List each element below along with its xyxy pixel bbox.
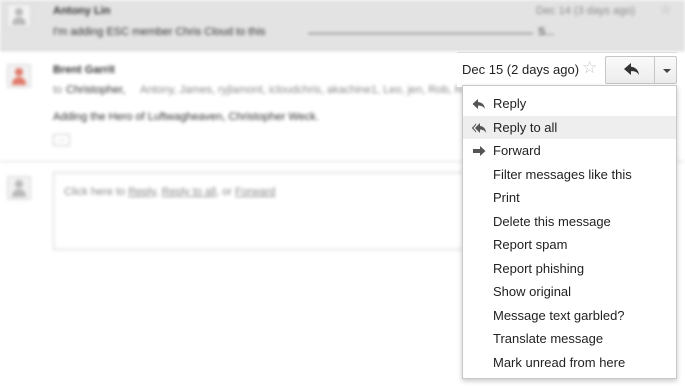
menu-item-report-spam[interactable]: Report spam — [463, 233, 676, 257]
menu-item-label: Print — [493, 190, 520, 205]
menu-item-filter-messages[interactable]: Filter messages like this — [463, 163, 676, 187]
menu-item-label: Report phishing — [493, 260, 585, 276]
show-trimmed-button[interactable]: ··· — [53, 134, 70, 146]
snippet-underline — [308, 22, 533, 34]
menu-item-reply-all[interactable]: Reply to all — [463, 115, 676, 139]
forward-icon — [473, 146, 486, 156]
avatar — [7, 64, 31, 88]
message-snippet: I'm adding ESC member Chris Cloud to thi… — [53, 26, 266, 38]
menu-item-label: Show original — [493, 284, 572, 299]
sender-name: Brent Garrit — [53, 64, 115, 76]
reply-button[interactable] — [605, 56, 654, 84]
menu-item-label: Filter messages like this — [493, 166, 632, 182]
avatar — [7, 176, 31, 200]
menu-item-report-phishing[interactable]: Report phishing — [463, 257, 676, 281]
message-body: Adding the Hero of Luftwagheaven, Christ… — [53, 111, 319, 123]
menu-item-translate-message[interactable]: Translate message — [463, 327, 676, 351]
menu-item-label: Reply to all — [493, 119, 558, 135]
recipient-first: Christopher, — [66, 84, 126, 96]
star-icon[interactable]: ☆ — [660, 2, 672, 18]
recipients-list[interactable]: Antony, James, ryjlamont, icloudchris, a… — [140, 84, 478, 96]
reply-icon — [472, 99, 485, 109]
sender-name: Antony Lin — [53, 5, 111, 17]
forward-link[interactable]: Forward — [235, 186, 275, 198]
menu-item-label: Reply — [493, 96, 527, 111]
reply-box-prefix: Click here to — [64, 186, 126, 198]
menu-item-label: Forward — [493, 143, 541, 158]
avatar — [7, 4, 31, 28]
menu-item-show-original[interactable]: Show original — [463, 280, 676, 304]
menu-item-reply[interactable]: Reply — [463, 92, 676, 116]
menu-item-mark-unread[interactable]: Mark unread from here — [463, 351, 676, 375]
dropdown-arrow-icon — [663, 69, 671, 73]
more-actions-menu: Reply Reply to all Forward Filter messag… — [462, 85, 677, 379]
menu-item-message-garbled[interactable]: Message text garbled? — [463, 304, 676, 328]
menu-item-label: Message text garbled? — [493, 307, 625, 323]
reply-all-link[interactable]: Reply to all — [162, 186, 216, 198]
menu-item-forward[interactable]: Forward — [463, 139, 676, 163]
menu-item-print[interactable]: Print — [463, 186, 676, 210]
reply-box-sep1: , — [155, 186, 159, 198]
message-collapsed-antony[interactable]: Antony Lin I'm adding ESC member Chris C… — [0, 0, 685, 51]
star-icon[interactable]: ☆ — [582, 58, 597, 78]
menu-item-label: Mark unread from here — [493, 354, 626, 370]
menu-item-label: Delete this message — [493, 213, 611, 229]
menu-item-label: Report spam — [493, 237, 568, 252]
message-date: Dec 15 (2 days ago) — [462, 62, 580, 77]
snippet-tail: S... — [538, 26, 555, 38]
more-actions-button[interactable] — [654, 56, 677, 84]
reply-icon — [624, 63, 639, 75]
reply-box-sep2: , or — [216, 186, 232, 198]
message-date: Dec 14 (3 days ago) — [536, 5, 636, 17]
reply-all-icon — [471, 122, 487, 133]
to-prefix: to — [53, 84, 63, 96]
menu-item-delete-message[interactable]: Delete this message — [463, 210, 676, 234]
reply-link[interactable]: Reply — [128, 186, 155, 198]
menu-item-label: Translate message — [493, 331, 604, 346]
